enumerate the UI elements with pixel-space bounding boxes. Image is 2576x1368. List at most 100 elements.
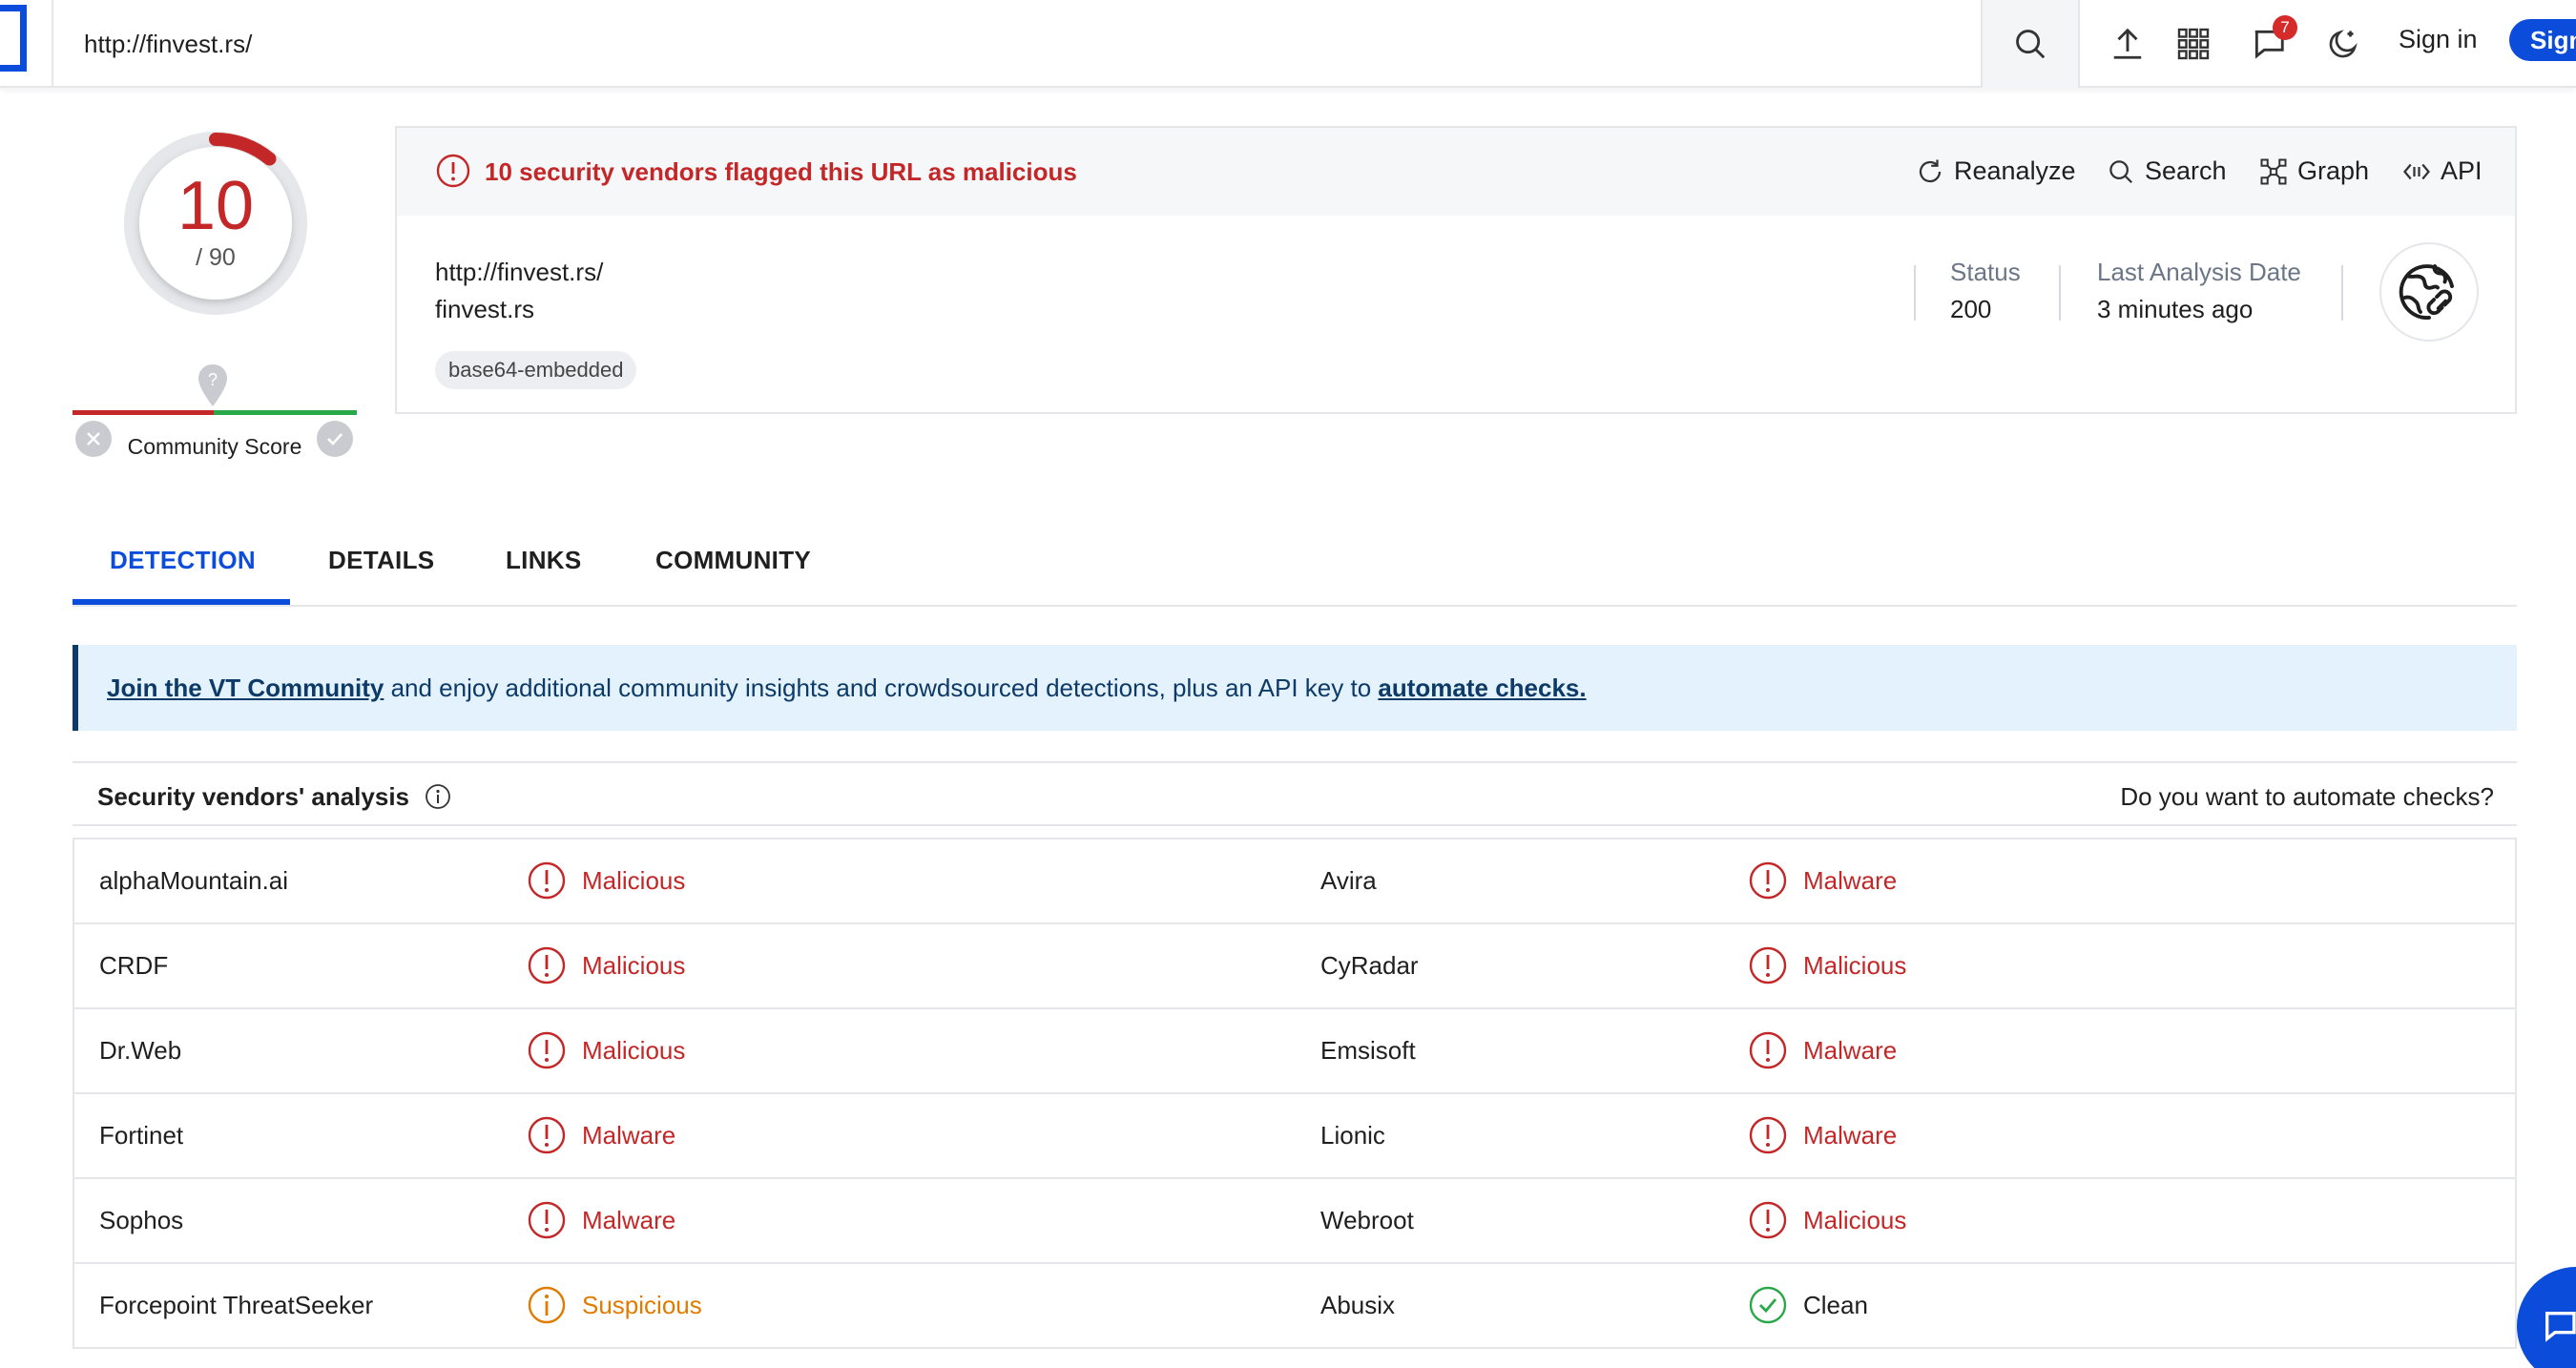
vendor-name: alphaMountain.ai (99, 866, 289, 895)
vendor-result: Malicious (527, 945, 685, 985)
reanalyze-label: Reanalyze (1954, 156, 2076, 185)
automate-checks-prompt[interactable]: Do you want to automate checks? (2120, 782, 2494, 812)
tab-detection[interactable]: DETECTION (110, 546, 256, 575)
vendor-result-label: Malware (582, 1205, 676, 1234)
alert-icon (436, 154, 470, 188)
vendor-result: Malicious (1748, 945, 1906, 985)
notifications-button[interactable]: 7 (2246, 15, 2297, 67)
vendor-result: Malware (527, 1115, 675, 1155)
alert-icon (1748, 1115, 1788, 1155)
graph-label: Graph (2297, 156, 2370, 185)
scanned-domain: finvest.rs (435, 295, 535, 323)
info-icon[interactable] (424, 782, 452, 811)
vote-harmless-button[interactable] (317, 421, 353, 457)
vendor-name: Dr.Web (99, 1036, 182, 1065)
table-row: Dr.Web Malicious Emsisoft Malware (74, 1009, 2515, 1094)
table-row: CRDF Malicious CyRadar Malicious (74, 924, 2515, 1009)
vendor-name: Webroot (1320, 1206, 1414, 1234)
graph-icon (2260, 158, 2287, 184)
vendor-result-label: Malicious (582, 1035, 686, 1065)
last-analysis-label: Last Analysis Date (2097, 258, 2301, 286)
vendor-result-label: Malware (1803, 1120, 1898, 1150)
vendors-table: alphaMountain.ai Malicious Avira Malware CRD… (73, 838, 2517, 1349)
last-analysis-value: 3 minutes ago (2097, 295, 2254, 323)
sign-up-button[interactable]: Sign (2509, 19, 2576, 61)
apps-grid-button[interactable] (2171, 21, 2216, 67)
search-bar (52, 0, 1983, 88)
vendor-result-label: Malicious (1803, 950, 1907, 980)
vendor-result-label: Malicious (582, 865, 686, 895)
malicious-alert-text: 10 security vendors flagged this URL as … (485, 157, 1077, 186)
virustotal-logo[interactable] (0, 5, 27, 72)
check-icon (327, 433, 343, 446)
vendor-result: Malicious (527, 860, 685, 901)
vote-harmful-button[interactable] (75, 421, 112, 457)
table-row: Fortinet Malware Lionic Malware (74, 1094, 2515, 1179)
tab-details[interactable]: DETAILS (328, 546, 434, 575)
grid-icon (2177, 28, 2210, 60)
divider (2341, 265, 2343, 321)
sign-in-link[interactable]: Sign in (2399, 25, 2478, 54)
vendors-header: Security vendors' analysis Do you want t… (73, 761, 2517, 826)
community-score-label: Community Score (127, 434, 302, 459)
vendor-result-label: Malware (1803, 865, 1898, 895)
divider (1914, 265, 1916, 321)
alert-icon (527, 1115, 567, 1155)
join-community-link[interactable]: Join the VT Community (107, 674, 384, 702)
tag-chip[interactable]: base64-embedded (435, 351, 637, 389)
upload-icon (2113, 28, 2142, 59)
summary-header: 10 security vendors flagged this URL as … (397, 128, 2515, 216)
upload-button[interactable] (2105, 21, 2150, 67)
vendor-result-label: Malware (582, 1120, 676, 1150)
globe-link-icon (2399, 264, 2454, 320)
search-icon (2109, 159, 2133, 183)
svg-text:?: ? (208, 370, 218, 389)
tab-community[interactable]: COMMUNITY (655, 546, 811, 575)
community-banner: Join the VT Community and enjoy addition… (73, 645, 2517, 731)
alert-icon (527, 860, 567, 901)
dark-mode-toggle[interactable] (2320, 21, 2366, 67)
vendor-name: Lionic (1320, 1121, 1385, 1150)
search-action-button[interactable]: Search (2107, 156, 2227, 186)
moon-icon (2329, 30, 2358, 58)
divider (2059, 265, 2061, 321)
api-icon (2403, 163, 2430, 179)
refresh-icon (1919, 159, 1942, 182)
close-icon (87, 432, 100, 446)
support-chat-button[interactable] (2517, 1267, 2576, 1368)
vendors-title: Security vendors' analysis (97, 782, 410, 811)
alert-icon (1748, 1200, 1788, 1240)
graph-button[interactable]: Graph (2259, 156, 2369, 186)
vendor-name: Abusix (1320, 1291, 1396, 1319)
community-score-good-bar (214, 410, 357, 415)
vendor-result: Malicious (527, 1030, 685, 1070)
vendor-result: Suspicious (527, 1285, 702, 1325)
vendor-name: CRDF (99, 951, 169, 980)
vendor-result-label: Suspicious (582, 1290, 702, 1319)
status-value: 200 (1950, 295, 1992, 323)
api-button[interactable]: API (2402, 156, 2483, 186)
vendor-result-label: Malicious (582, 950, 686, 980)
url-search-input[interactable] (84, 25, 1897, 63)
url-summary-card: 10 security vendors flagged this URL as … (395, 126, 2517, 414)
chat-icon (2545, 1312, 2576, 1342)
banner-text: and enjoy additional community insights … (384, 674, 1379, 702)
notification-badge: 7 (2273, 15, 2297, 40)
alert-icon (527, 1030, 567, 1070)
reanalyze-button[interactable]: Reanalyze (1916, 156, 2076, 186)
community-score-marker-icon: ? (198, 364, 227, 406)
detection-count: 10 (177, 168, 255, 244)
status-label: Status (1950, 258, 2021, 286)
vendor-result: Malware (1748, 1115, 1897, 1155)
search-button[interactable] (1983, 0, 2080, 88)
tab-links[interactable]: LINKS (506, 546, 582, 575)
community-score-bad-bar (73, 410, 214, 415)
search-action-label: Search (2145, 156, 2227, 185)
alert-icon (1748, 1030, 1788, 1070)
vendor-result: Clean (1748, 1285, 1868, 1325)
vendor-result: Malicious (1748, 1200, 1906, 1240)
vendor-name: Avira (1320, 866, 1377, 895)
automate-checks-link[interactable]: automate checks. (1378, 674, 1586, 702)
search-icon (2016, 30, 2046, 59)
table-row: Forcepoint ThreatSeeker Suspicious Abusix C… (74, 1264, 2515, 1349)
